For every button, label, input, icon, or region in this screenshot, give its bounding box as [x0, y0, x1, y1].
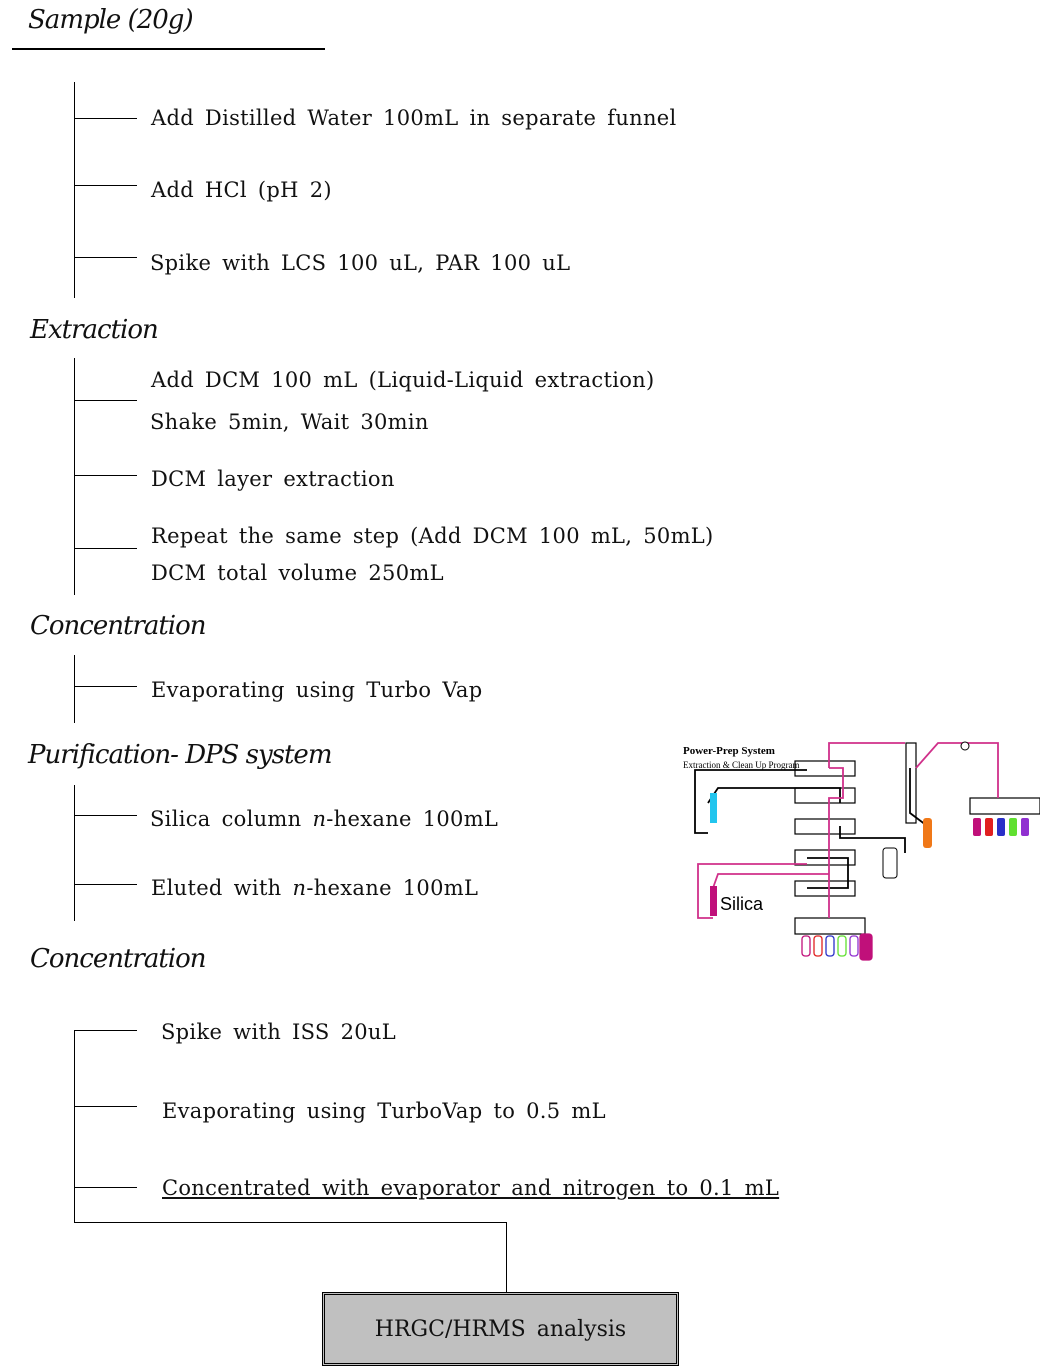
section-heading: Extraction [30, 315, 159, 345]
connector-branch [74, 686, 137, 687]
connector-branch [74, 1106, 137, 1107]
flowchart: Sample (20g) Add Distilled Water 100mL i… [0, 0, 1041, 1367]
connector-branch [74, 1030, 137, 1031]
connector-branch [74, 815, 137, 816]
step-text: Silica column [150, 807, 313, 831]
step: Silica column n-hexane 100mL [150, 806, 498, 832]
column-icon [710, 793, 717, 823]
step: Evaporating using Turbo Vap [151, 678, 483, 702]
section-heading: Concentration [30, 944, 207, 974]
connector-vertical [74, 655, 75, 723]
silica-label: Silica [720, 894, 764, 914]
waste-bottle-icon [882, 847, 898, 879]
black-lines [694, 768, 931, 889]
final-label: HRGC/HRMS analysis [374, 1316, 627, 1342]
connector-horizontal [74, 1222, 507, 1223]
step: Add HCl (pH 2) [151, 178, 332, 202]
connector-vertical [74, 358, 75, 595]
step-text: -hexane 100mL [306, 876, 479, 900]
connector-branch [74, 1187, 137, 1188]
step: DCM layer extraction [151, 467, 395, 491]
step: DCM total volume 250mL [151, 561, 444, 585]
section-heading: Purification- DPS system [28, 740, 332, 770]
connector-vertical [74, 785, 75, 921]
connector-vertical [506, 1222, 507, 1293]
step: Repeat the same step (Add DCM 100 mL, 50… [151, 524, 714, 548]
step: Spike with ISS 20uL [161, 1020, 396, 1044]
section-heading: Concentration [30, 611, 207, 641]
step: Add DCM 100 mL (Liquid-Liquid extraction… [151, 368, 655, 392]
connector-branch [74, 475, 137, 476]
power-prep-schematic: Power-Prep System Extraction & Clean Up … [683, 741, 1040, 961]
connector-branch [74, 548, 137, 549]
step: Shake 5min, Wait 30min [150, 410, 429, 434]
step-text: Eluted with [151, 876, 293, 900]
step-text: -hexane 100mL [326, 807, 499, 831]
step: Evaporating using TurboVap to 0.5 mL [162, 1099, 606, 1123]
silica-column-icon [710, 886, 717, 916]
connector-vertical [74, 1030, 75, 1223]
title-underline [12, 48, 325, 50]
solvent-bottles [973, 818, 1029, 836]
bottle-icon [923, 818, 932, 848]
connector-branch [74, 118, 137, 119]
inset-title: Power-Prep System [683, 745, 775, 757]
step: Concentrated with evaporator and nitroge… [162, 1176, 780, 1200]
sample-title: Sample (20g) [28, 5, 194, 35]
step-italic: n [312, 807, 327, 831]
step-italic: n [292, 876, 307, 900]
collection-bottles [801, 933, 873, 961]
step: Spike with LCS 100 uL, PAR 100 uL [150, 251, 571, 275]
inset-subtitle: Extraction & Clean Up Program [683, 760, 799, 770]
connector-branch [74, 257, 137, 258]
connector-branch [74, 884, 137, 885]
connector-branch [74, 185, 137, 186]
valves [794, 742, 1040, 935]
connector-vertical [74, 82, 75, 298]
connector-branch [74, 400, 137, 401]
pressure-gauge-icon [960, 741, 970, 751]
final-analysis-box: HRGC/HRMS analysis [322, 1292, 679, 1366]
step: Eluted with n-hexane 100mL [151, 875, 478, 901]
step: Add Distilled Water 100mL in separate fu… [151, 106, 677, 130]
